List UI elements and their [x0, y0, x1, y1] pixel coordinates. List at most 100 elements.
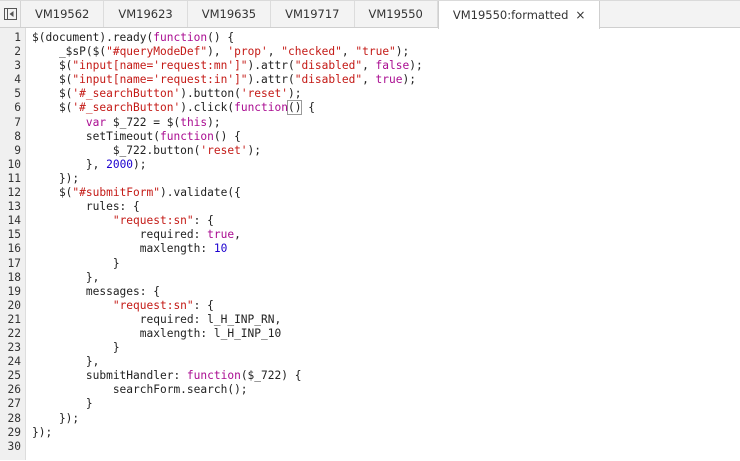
keyword-token: false — [375, 59, 410, 73]
keyword-token: function — [153, 31, 208, 44]
line-number: 20 — [7, 298, 21, 312]
code-line[interactable]: $('#_searchButton').click(function() { — [32, 100, 423, 116]
string-token: '#_searchButton' — [72, 87, 181, 101]
code-text: $( — [32, 73, 73, 87]
code-text: ); — [287, 87, 302, 101]
code-text: , — [234, 228, 241, 242]
line-number: 4 — [14, 73, 21, 87]
code-line[interactable]: }); — [32, 412, 423, 426]
code-line[interactable]: required: true, — [32, 228, 423, 242]
code-text: ); — [402, 73, 416, 87]
code-line[interactable]: "request:sn": { — [32, 299, 423, 313]
line-number: 9 — [14, 143, 21, 157]
tab-label: VM19717 — [285, 7, 340, 21]
code-line[interactable]: searchForm.search(); — [32, 383, 423, 397]
close-icon[interactable]: × — [575, 9, 585, 21]
code-line[interactable]: maxlength: 10 — [32, 242, 423, 256]
tab-vm19550-formatted[interactable]: VM19550:formatted × — [437, 1, 601, 29]
string-token: "checked" — [281, 45, 342, 59]
tab-vm19635[interactable]: VM19635 — [188, 1, 272, 27]
code-line[interactable]: }); — [32, 172, 423, 186]
code-text: searchForm.search(); — [32, 383, 248, 397]
code-line[interactable]: required: l_H_INP_RN, — [32, 313, 423, 327]
bracket-match-token: () — [286, 100, 303, 116]
code-content[interactable]: $(document).ready(function() { _$sP($("#… — [26, 28, 423, 460]
code-line[interactable]: var $_722 = $(this); — [32, 116, 423, 130]
code-line[interactable]: $(document).ready(function() { — [32, 31, 423, 45]
code-line[interactable] — [32, 440, 423, 454]
code-line[interactable]: }, — [32, 271, 423, 285]
code-line[interactable]: $_722.button('reset'); — [32, 144, 423, 158]
code-text: submitHandler: — [32, 369, 187, 383]
code-text: $( — [32, 186, 73, 200]
code-text: $( — [32, 87, 73, 101]
tab-label: VM19635 — [201, 7, 257, 21]
keyword-token: this — [180, 115, 208, 129]
toggle-navigator-button[interactable] — [0, 1, 21, 27]
string-token: "request:sn" — [112, 298, 194, 312]
keyword-token: var — [85, 115, 107, 129]
code-text: $( — [32, 59, 73, 73]
code-text: { — [301, 101, 315, 115]
tab-label: VM19562 — [35, 7, 90, 21]
line-number: 6 — [14, 101, 21, 115]
code-text: _$sP($( — [32, 45, 107, 59]
code-line[interactable]: } — [32, 341, 423, 355]
code-editor[interactable]: 1 2 3 4 5 6 7 8 9 10 11 12 13 14 15 16 17 18 19 20 21 22 23 24 2… — [0, 28, 740, 460]
tab-vm19550[interactable]: VM19550 — [355, 1, 438, 27]
string-token: "#queryModeDef" — [106, 45, 208, 59]
code-line[interactable]: $("#submitForm").validate({ — [32, 186, 423, 200]
code-text: $_722 = $( — [106, 115, 181, 129]
string-token: 'prop' — [227, 45, 268, 59]
code-text: ), — [207, 45, 228, 59]
code-text: () { — [207, 31, 235, 44]
tab-label: VM19550 — [368, 7, 423, 21]
code-line[interactable]: $("input[name='request:in']").attr("disa… — [32, 73, 423, 87]
code-line[interactable]: }, 2000); — [32, 158, 423, 172]
code-line[interactable]: _$sP($("#queryModeDef"), 'prop', "checke… — [32, 45, 423, 59]
code-line[interactable]: maxlength: l_H_INP_10 — [32, 327, 423, 341]
line-number: 11 — [7, 171, 21, 185]
code-line[interactable]: setTimeout(function() { — [32, 130, 423, 144]
code-line[interactable]: } — [32, 397, 423, 411]
toggle-navigator-icon — [3, 8, 17, 20]
code-line[interactable]: }, — [32, 355, 423, 369]
code-line[interactable]: }); — [32, 426, 423, 440]
code-line[interactable]: submitHandler: function($_722) { — [32, 369, 423, 383]
code-text: ).button( — [180, 87, 241, 101]
line-number: 5 — [14, 87, 21, 101]
code-line[interactable]: $('#_searchButton').button('reset'); — [32, 87, 423, 101]
line-number: 10 — [7, 157, 21, 171]
code-text: }, — [32, 355, 100, 369]
line-number: 23 — [7, 341, 21, 355]
code-text: messages: { — [32, 284, 160, 298]
string-token: "disabled" — [294, 73, 363, 87]
line-number: 2 — [14, 45, 21, 59]
code-line[interactable]: "request:sn": { — [32, 214, 423, 228]
keyword-token: function — [186, 369, 241, 383]
line-number: 25 — [7, 369, 21, 383]
code-line[interactable]: rules: { — [32, 200, 423, 214]
line-number: 30 — [7, 439, 21, 453]
line-number: 14 — [7, 214, 21, 228]
tab-vm19623[interactable]: VM19623 — [104, 1, 188, 27]
string-token: 'reset' — [240, 87, 288, 101]
line-number: 3 — [14, 59, 21, 73]
code-text: setTimeout( — [32, 129, 160, 143]
tab-vm19717[interactable]: VM19717 — [271, 1, 355, 27]
tab-label: VM19550:formatted — [452, 8, 569, 22]
string-token: '#_searchButton' — [72, 101, 181, 115]
string-token: "disabled" — [294, 59, 363, 73]
line-number: 26 — [7, 383, 21, 397]
code-text: ); — [207, 115, 221, 129]
code-line[interactable]: messages: { — [32, 285, 423, 299]
tab-vm19562[interactable]: VM19562 — [21, 1, 105, 27]
line-number: 8 — [14, 129, 21, 143]
code-line[interactable]: } — [32, 257, 423, 271]
line-number: 28 — [7, 411, 21, 425]
code-line[interactable]: $("input[name='request:mn']").attr("disa… — [32, 59, 423, 73]
code-text: }, — [32, 157, 107, 171]
